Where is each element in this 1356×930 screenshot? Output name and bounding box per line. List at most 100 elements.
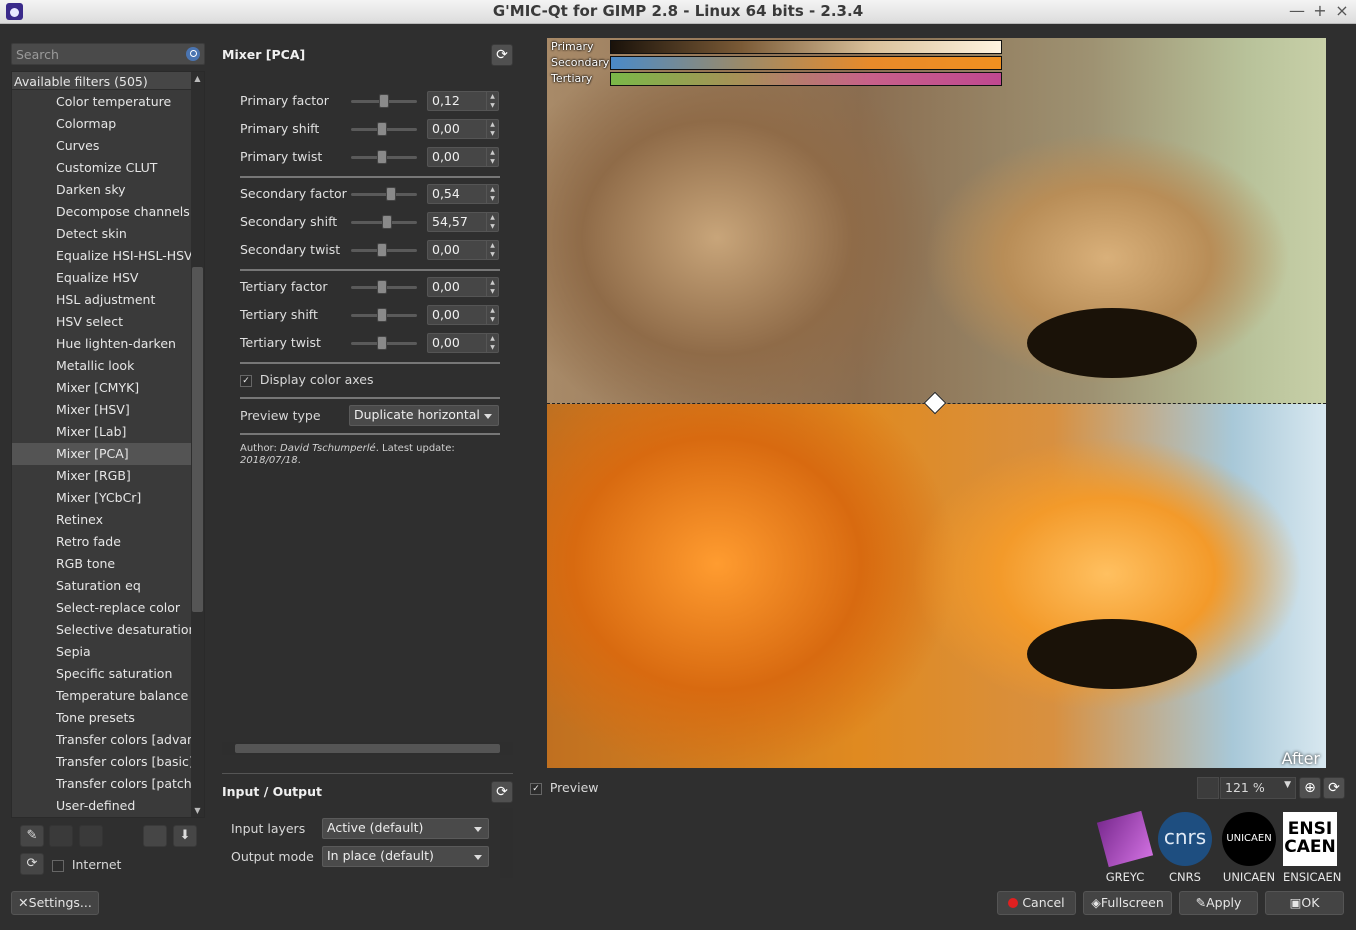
param-spinbox[interactable]: 0,00 ▲ ▼ bbox=[427, 147, 499, 167]
filter-list-item[interactable]: Color temperature bbox=[12, 91, 192, 113]
param-slider-handle[interactable] bbox=[377, 150, 388, 164]
filter-list-item[interactable]: Transfer colors [basic] bbox=[12, 751, 192, 773]
filter-list-item[interactable]: Sepia bbox=[12, 641, 192, 663]
scroll-down-arrow-icon[interactable]: ▼ bbox=[191, 804, 204, 817]
param-slider-handle[interactable] bbox=[377, 122, 388, 136]
param-spinbox[interactable]: 0,00 ▲ ▼ bbox=[427, 333, 499, 353]
hscroll-thumb[interactable] bbox=[235, 744, 500, 753]
apply-button[interactable]: ✎Apply bbox=[1179, 891, 1258, 915]
spin-arrows-icon[interactable]: ▲ ▼ bbox=[486, 213, 498, 231]
param-spinbox[interactable]: 0,54 ▲ ▼ bbox=[427, 184, 499, 204]
remove-favorite-button[interactable] bbox=[49, 825, 73, 847]
param-spinbox[interactable]: 0,00 ▲ ▼ bbox=[427, 277, 499, 297]
input-layers-select[interactable]: Active (default) bbox=[322, 818, 489, 839]
minimize-button[interactable]: — bbox=[1287, 1, 1307, 21]
scrollbar-thumb[interactable] bbox=[192, 267, 203, 612]
splitter[interactable] bbox=[222, 773, 513, 774]
refresh-preview-icon[interactable]: ⟳ bbox=[1323, 777, 1345, 799]
fullscreen-button[interactable]: ◈Fullscreen bbox=[1083, 891, 1172, 915]
zoom-fit-icon[interactable]: ⊕ bbox=[1299, 777, 1321, 799]
filter-list-item[interactable]: HSV select bbox=[12, 311, 192, 333]
preview-image[interactable]: Primary Secondary Tertiary After bbox=[547, 38, 1326, 768]
display-axes-row[interactable]: ✓ Display color axes bbox=[240, 372, 374, 387]
expand-collapse-button[interactable] bbox=[143, 825, 167, 847]
param-spinbox[interactable]: 54,57 ▲ ▼ bbox=[427, 212, 499, 232]
maximize-button[interactable]: + bbox=[1310, 1, 1330, 21]
filter-tree[interactable]: Available filters (505) Color temperatur… bbox=[11, 71, 205, 818]
filter-list-item[interactable]: Mixer [Lab] bbox=[12, 421, 192, 443]
filter-list-item[interactable]: Mixer [HSV] bbox=[12, 399, 192, 421]
filter-tree-header[interactable]: Available filters (505) bbox=[12, 72, 192, 90]
ok-button[interactable]: ▣OK bbox=[1265, 891, 1344, 915]
settings-button[interactable]: ✕Settings... bbox=[11, 891, 99, 915]
param-slider-handle[interactable] bbox=[382, 215, 393, 229]
reset-io-icon[interactable]: ⟳ bbox=[491, 781, 513, 803]
filter-list-item[interactable]: Equalize HSI-HSL-HSV bbox=[12, 245, 192, 267]
preview-checkbox[interactable]: ✓ bbox=[530, 782, 542, 795]
filter-list-item[interactable]: Mixer [PCA] bbox=[12, 443, 192, 465]
filter-tree-scrollbar[interactable]: ▲ ▼ bbox=[191, 72, 204, 817]
zoom-out-button[interactable] bbox=[1197, 777, 1219, 799]
filter-list-item[interactable]: HSL adjustment bbox=[12, 289, 192, 311]
spin-arrows-icon[interactable]: ▲ ▼ bbox=[486, 241, 498, 259]
filter-list-item[interactable]: Mixer [RGB] bbox=[12, 465, 192, 487]
filter-list-item[interactable]: Saturation eq bbox=[12, 575, 192, 597]
params-hscrollbar[interactable] bbox=[222, 742, 513, 755]
internet-checkbox[interactable] bbox=[52, 859, 64, 872]
filter-list-item[interactable]: Hue lighten-darken bbox=[12, 333, 192, 355]
param-slider-handle[interactable] bbox=[377, 336, 388, 350]
filter-list-item[interactable]: RGB tone bbox=[12, 553, 192, 575]
param-spinbox[interactable]: 0,00 ▲ ▼ bbox=[427, 305, 499, 325]
param-slider-handle[interactable] bbox=[379, 94, 389, 108]
rename-favorite-button[interactable] bbox=[79, 825, 103, 847]
search-icon[interactable] bbox=[186, 47, 200, 61]
filter-list-item[interactable]: Mixer [YCbCr] bbox=[12, 487, 192, 509]
download-icon[interactable]: ⬇ bbox=[173, 825, 197, 847]
internet-checkbox-row[interactable]: Internet bbox=[52, 857, 121, 872]
zoom-select[interactable]: 121 % ▼ bbox=[1220, 777, 1296, 799]
filter-list-item[interactable]: Retinex bbox=[12, 509, 192, 531]
filter-list-item[interactable]: User-defined bbox=[12, 795, 192, 817]
spin-arrows-icon[interactable]: ▲ ▼ bbox=[486, 92, 498, 110]
filter-list-item[interactable]: Temperature balance bbox=[12, 685, 192, 707]
param-slider-handle[interactable] bbox=[385, 187, 396, 201]
param-slider-handle[interactable] bbox=[377, 280, 388, 294]
spin-arrows-icon[interactable]: ▲ ▼ bbox=[486, 148, 498, 166]
cancel-button[interactable]: Cancel bbox=[997, 891, 1076, 915]
param-spinbox[interactable]: 0,12 ▲ ▼ bbox=[427, 91, 499, 111]
spin-arrows-icon[interactable]: ▲ ▼ bbox=[486, 334, 498, 352]
param-slider-handle[interactable] bbox=[377, 243, 388, 257]
filter-list-item[interactable]: Selective desaturation bbox=[12, 619, 192, 641]
filter-list-item[interactable]: Transfer colors [patch-based] bbox=[12, 773, 192, 795]
filter-list-item[interactable]: Mixer [CMYK] bbox=[12, 377, 192, 399]
search-input[interactable]: Search bbox=[11, 43, 205, 65]
reset-params-icon[interactable]: ⟳ bbox=[491, 44, 513, 66]
spin-arrows-icon[interactable]: ▲ ▼ bbox=[486, 278, 498, 296]
filter-list-item[interactable]: Customize CLUT bbox=[12, 157, 192, 179]
spin-arrows-icon[interactable]: ▲ ▼ bbox=[486, 120, 498, 138]
filter-list-item[interactable]: Colormap bbox=[12, 113, 192, 135]
display-axes-checkbox[interactable]: ✓ bbox=[240, 374, 252, 387]
filter-list-item[interactable]: Select-replace color bbox=[12, 597, 192, 619]
spin-arrows-icon[interactable]: ▲ ▼ bbox=[486, 185, 498, 203]
filter-list-item[interactable]: Specific saturation bbox=[12, 663, 192, 685]
filter-list-item[interactable]: Detect skin bbox=[12, 223, 192, 245]
preview-type-select[interactable]: Duplicate horizontal bbox=[349, 405, 499, 426]
spin-arrows-icon[interactable]: ▲ ▼ bbox=[486, 306, 498, 324]
output-mode-select[interactable]: In place (default) bbox=[322, 846, 489, 867]
add-favorite-button[interactable]: ✎ bbox=[20, 825, 44, 847]
param-spinbox[interactable]: 0,00 ▲ ▼ bbox=[427, 240, 499, 260]
filter-list-item[interactable]: Transfer colors [advanced] bbox=[12, 729, 192, 751]
filter-list-item[interactable]: Darken sky bbox=[12, 179, 192, 201]
filter-list-item[interactable]: Metallic look bbox=[12, 355, 192, 377]
param-spinbox[interactable]: 0,00 ▲ ▼ bbox=[427, 119, 499, 139]
scroll-up-arrow-icon[interactable]: ▲ bbox=[191, 72, 204, 85]
filter-list-item[interactable]: Tone presets bbox=[12, 707, 192, 729]
filter-list-item[interactable]: Decompose channels bbox=[12, 201, 192, 223]
param-slider-handle[interactable] bbox=[377, 308, 388, 322]
filter-list-item[interactable]: Equalize HSV bbox=[12, 267, 192, 289]
close-button[interactable]: × bbox=[1332, 1, 1352, 21]
filter-list-item[interactable]: Curves bbox=[12, 135, 192, 157]
refresh-filters-button[interactable]: ⟳ bbox=[20, 853, 44, 875]
filter-list-item[interactable]: Retro fade bbox=[12, 531, 192, 553]
